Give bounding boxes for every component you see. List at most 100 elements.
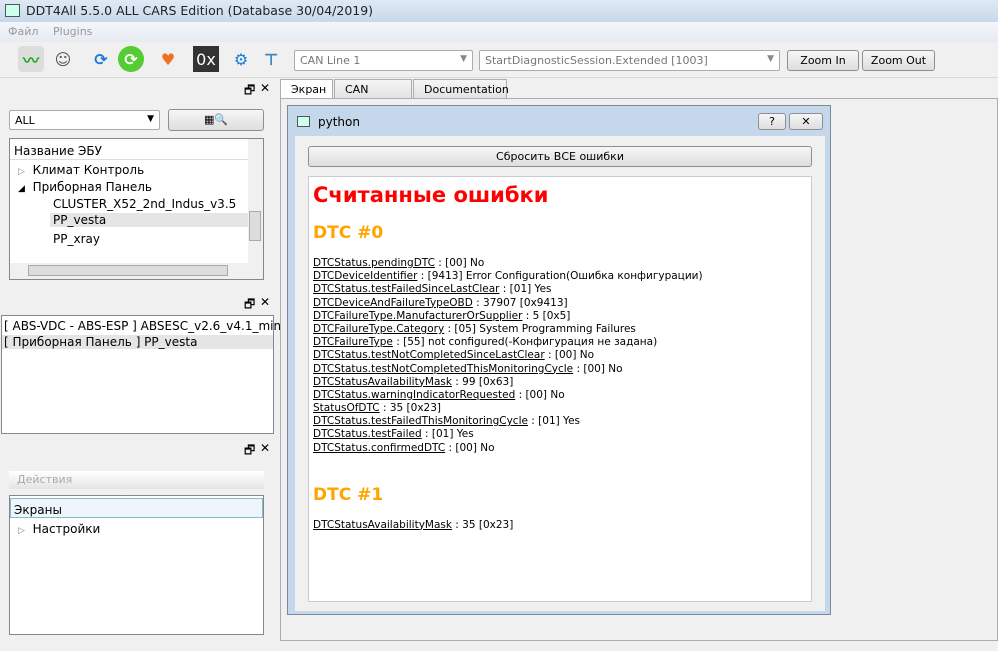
tab-can-sniffer[interactable]: CAN Sniffer — [334, 79, 412, 109]
dtc-line: DTCStatus.testFailed : [01] Yes — [313, 428, 807, 441]
dtc-field-link[interactable]: DTCStatusAvailabilityMask — [313, 376, 452, 388]
zoom-out-button[interactable]: Zoom Out — [862, 50, 935, 71]
sniffer-dog-icon[interactable]: ☺ — [50, 46, 76, 72]
dtc-field-value: : [00] No — [515, 388, 565, 401]
scan-search-button[interactable]: ▦🔍 — [168, 109, 264, 131]
report-heading: Считанные ошибки — [313, 183, 549, 207]
dtc-field-value: : [01] Yes — [421, 428, 474, 441]
dtc-field-value: : 35 [0x23] — [379, 402, 441, 415]
close-icon[interactable]: ✕ — [260, 81, 270, 95]
ecu-filter-select[interactable]: ALL ▼ — [9, 110, 160, 130]
ecu-filter-value: ALL — [15, 114, 35, 127]
dtc-field-link[interactable]: DTCFailureType.Category — [313, 323, 444, 335]
dtc-line: DTCStatus.testNotCompletedThisMonitoring… — [313, 363, 807, 376]
float-icon[interactable]: 🗗 — [244, 81, 255, 102]
session-value: StartDiagnosticSession.Extended [1003] — [485, 54, 708, 67]
dtc-field-link[interactable]: DTCStatus.testNotCompletedThisMonitoring… — [313, 363, 573, 375]
list-item[interactable]: [ ABS-VDC - ABS-ESP ] ABSESC_v2.6_v4.1_m… — [4, 319, 284, 333]
monitor-icon[interactable]: 〰 — [18, 46, 44, 72]
dtc-line: DTCStatus.testFailedThisMonitoringCycle … — [313, 415, 807, 428]
tree-item-settings[interactable]: ▷ Настройки — [18, 522, 100, 536]
refresh-icon[interactable]: ⟳ — [88, 46, 114, 72]
menu-bar: Файл Plugins — [0, 22, 998, 42]
ecu-list: [ ABS-VDC - ABS-ESP ] ABSESC_v2.6_v4.1_m… — [1, 315, 284, 434]
dtc-field-value: : [9413] Error Configuration(Ошибка конф… — [417, 270, 703, 283]
chevron-down-icon: ▼ — [767, 54, 774, 64]
dtc-field-link[interactable]: DTCStatus.testNotCompletedSinceLastClear — [313, 349, 545, 361]
menu-file[interactable]: Файл — [8, 25, 38, 38]
dtc-field-link[interactable]: DTCStatus.testFailedThisMonitoringCycle — [313, 415, 528, 427]
dtc-field-value: : 37907 [0x9413] — [472, 296, 568, 309]
dtc-line: DTCDeviceIdentifier : [9413] Error Confi… — [313, 270, 807, 283]
tree-item-dashboard[interactable]: ◢ Приборная Панель — [18, 180, 152, 194]
chevron-down-icon: ▼ — [460, 54, 467, 64]
dtc-line: StatusOfDTC : 35 [0x23] — [313, 402, 807, 415]
vertical-scrollbar[interactable] — [248, 139, 263, 263]
dtc-field-value: : 5 [0x5] — [522, 309, 571, 322]
dtc-field-value: : 35 [0x23] — [451, 518, 514, 531]
chevron-down-icon: ▼ — [147, 114, 154, 124]
dtc-field-link[interactable]: DTCStatusAvailabilityMask — [313, 519, 452, 531]
float-icon[interactable]: 🗗 — [244, 441, 255, 462]
actions-label: Действия — [9, 471, 264, 489]
zoom-in-button[interactable]: Zoom In — [787, 50, 859, 71]
tab-documentation[interactable]: Documentation — [413, 79, 509, 98]
window-title: DDT4All 5.5.0 ALL CARS Edition (Database… — [26, 3, 374, 18]
ecu-tree-header: Название ЭБУ — [10, 142, 248, 160]
close-button[interactable]: ✕ — [789, 113, 823, 130]
dtc-field-link[interactable]: DTCStatus.testFailed — [313, 428, 422, 440]
dtc-field-value: : 99 [0x63] — [451, 375, 514, 388]
heart-plus-icon[interactable]: ♥ — [155, 46, 181, 72]
dtc-line: DTCFailureType.ManufacturerOrSupplier : … — [313, 310, 807, 323]
valve-icon[interactable]: ⊤ — [258, 46, 284, 72]
dtc-title: DTC #1 — [313, 484, 384, 505]
menu-plugins[interactable]: Plugins — [53, 25, 92, 38]
dtc-field-value: : [00] No — [573, 362, 623, 375]
dtc-field-link[interactable]: DTCStatus.confirmedDTC — [313, 442, 445, 454]
dtc-report: Считанные ошибки DTC #0 DTCStatus.pending… — [308, 176, 812, 602]
dtc-field-value: : [55] not configured(-Конфигурация не з… — [392, 336, 658, 349]
app-icon — [5, 4, 20, 17]
screens-tree: Экраны ▷ Настройки — [9, 495, 264, 635]
close-icon[interactable]: ✕ — [260, 295, 270, 309]
app-icon — [297, 116, 310, 127]
clear-all-errors-button[interactable]: Сбросить ВСЕ ошибки — [308, 146, 812, 167]
dtc-line: DTCStatus.testNotCompletedSinceLastClear… — [313, 349, 807, 362]
float-icon[interactable]: 🗗 — [244, 295, 255, 316]
title-bar: DDT4All 5.5.0 ALL CARS Edition (Database… — [0, 0, 998, 22]
dtc-line: DTCStatus.testFailedSinceLastClear : [01… — [313, 283, 807, 296]
tree-item-pp-xray[interactable]: PP_xray — [53, 232, 100, 246]
can-line-select[interactable]: CAN Line 1 ▼ — [294, 50, 473, 71]
close-icon[interactable]: ✕ — [260, 441, 270, 455]
dtc-field-link[interactable]: DTCStatus.warningIndicatorRequested — [313, 389, 515, 401]
dtc-line: DTCFailureType : [55] not configured(-Ко… — [313, 336, 807, 349]
dtc-field-link[interactable]: StatusOfDTC — [313, 402, 380, 414]
dtc-field-link[interactable]: DTCDeviceAndFailureTypeOBD — [313, 297, 473, 309]
dtc-field-value: : [00] No — [445, 441, 495, 454]
session-select[interactable]: StartDiagnosticSession.Extended [1003] ▼ — [479, 50, 780, 71]
tab-screen[interactable]: Экран — [280, 79, 333, 99]
dtc-field-link[interactable]: DTCDeviceIdentifier — [313, 270, 417, 282]
python-dialog: python ? ✕ Сбросить ВСЕ ошибки Считанные… — [287, 105, 831, 615]
tree-item-climate[interactable]: ▷ Климат Контроль — [18, 163, 144, 177]
dtc-field-link[interactable]: DTCStatus.pendingDTC — [313, 257, 435, 269]
ecu-dock-header: 🗗 ✕ — [0, 79, 275, 99]
dialog-title: python — [318, 115, 360, 129]
dtc-field-value: : [01] Yes — [499, 283, 552, 296]
dtc-field-link[interactable]: DTCStatus.testFailedSinceLastClear — [313, 283, 499, 295]
help-button[interactable]: ? — [758, 113, 786, 130]
hex-icon[interactable]: 0x — [193, 46, 219, 72]
horizontal-scrollbar[interactable] — [10, 263, 263, 279]
reload-green-icon[interactable]: ⟳ — [118, 46, 144, 72]
dtc-line: DTCFailureType.Category : [05] System Pr… — [313, 323, 807, 336]
tree-item-cluster[interactable]: CLUSTER_X52_2nd_Indus_v3.5 — [53, 197, 236, 211]
can-line-value: CAN Line 1 — [300, 54, 361, 67]
actions-dock-header: 🗗 ✕ — [0, 439, 275, 459]
dtc-field-link[interactable]: DTCFailureType.ManufacturerOrSupplier — [313, 310, 522, 322]
gear-hand-icon[interactable]: ⚙ — [228, 46, 254, 72]
list-item[interactable]: [ Приборная Панель ] PP_vesta — [2, 335, 273, 349]
tree-item-pp-vesta[interactable]: PP_vesta — [50, 213, 248, 227]
dtc-field-link[interactable]: DTCFailureType — [313, 336, 393, 348]
dtc-line: DTCDeviceAndFailureTypeOBD : 37907 [0x94… — [313, 297, 807, 310]
dtc-title: DTC #0 — [313, 223, 384, 243]
